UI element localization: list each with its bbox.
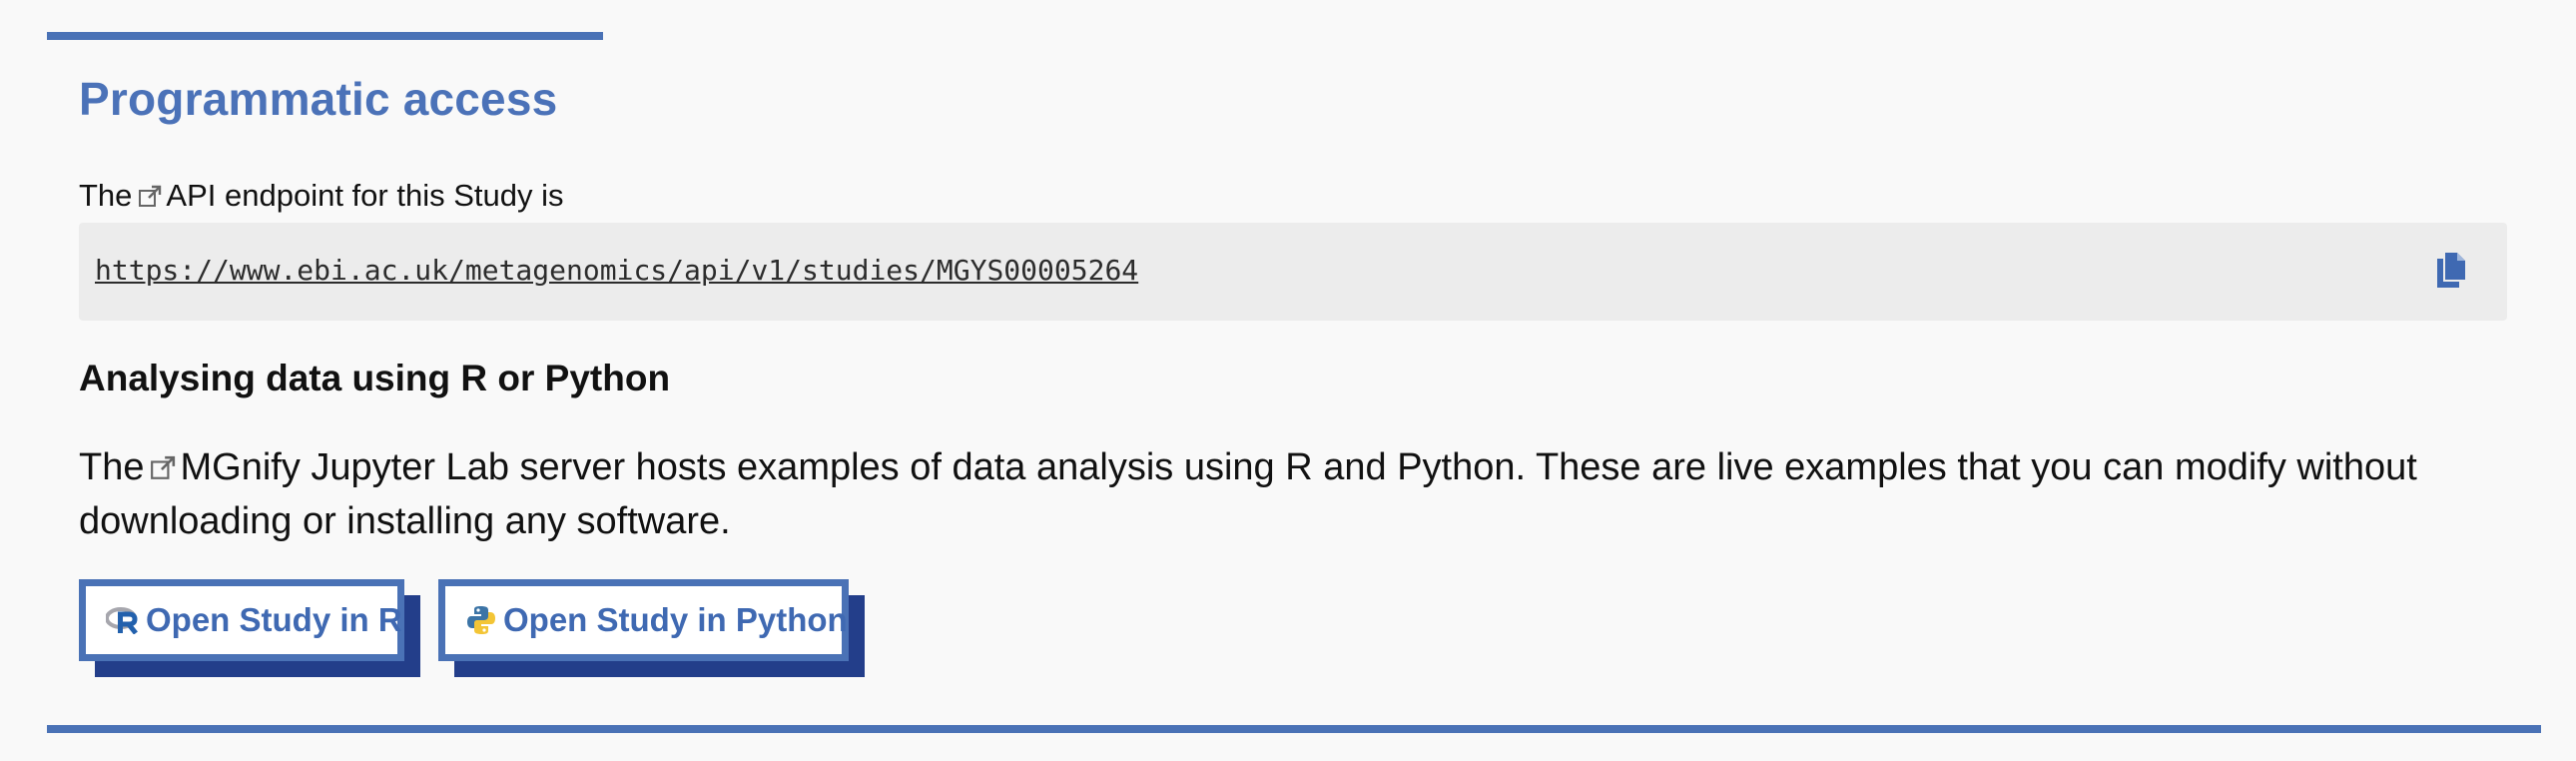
r-logo-icon bbox=[106, 606, 140, 634]
external-link-icon bbox=[138, 177, 162, 221]
endpoint-url[interactable]: https://www.ebi.ac.uk/metagenomics/api/v… bbox=[95, 251, 1138, 291]
external-link-icon bbox=[150, 443, 176, 495]
endpoint-code-box: https://www.ebi.ac.uk/metagenomics/api/v… bbox=[79, 223, 2507, 321]
api-endpoint-link[interactable]: API endpoint for this Study is bbox=[166, 178, 563, 213]
open-in-r-button-wrapper: Open Study in R bbox=[79, 579, 420, 677]
open-in-python-button-wrapper: Open Study in Python bbox=[438, 579, 865, 677]
open-study-in-python-label: Open Study in Python bbox=[503, 601, 848, 638]
open-study-in-r-label: Open Study in R bbox=[146, 601, 402, 638]
section-title: Programmatic access bbox=[79, 73, 558, 125]
top-divider bbox=[47, 32, 603, 40]
analysis-heading: Analysing data using R or Python bbox=[79, 358, 671, 398]
jupyter-lab-link[interactable]: MGnify Jupyter Lab bbox=[180, 446, 508, 488]
python-logo-icon bbox=[465, 604, 497, 636]
analysis-prefix-text: The bbox=[79, 446, 145, 488]
api-endpoint-sentence: The API endpoint for this Study is bbox=[79, 174, 563, 221]
open-study-in-r-button[interactable]: Open Study in R bbox=[79, 579, 404, 661]
api-prefix-text: The bbox=[79, 178, 133, 213]
open-study-in-python-button[interactable]: Open Study in Python bbox=[438, 579, 849, 661]
copy-icon[interactable] bbox=[2433, 252, 2469, 290]
programmatic-access-section: Programmatic access The API endpoint for … bbox=[0, 0, 2576, 761]
bottom-divider bbox=[47, 725, 2541, 733]
analysis-description: The MGnify Jupyter Lab server hosts examp… bbox=[79, 441, 2515, 547]
